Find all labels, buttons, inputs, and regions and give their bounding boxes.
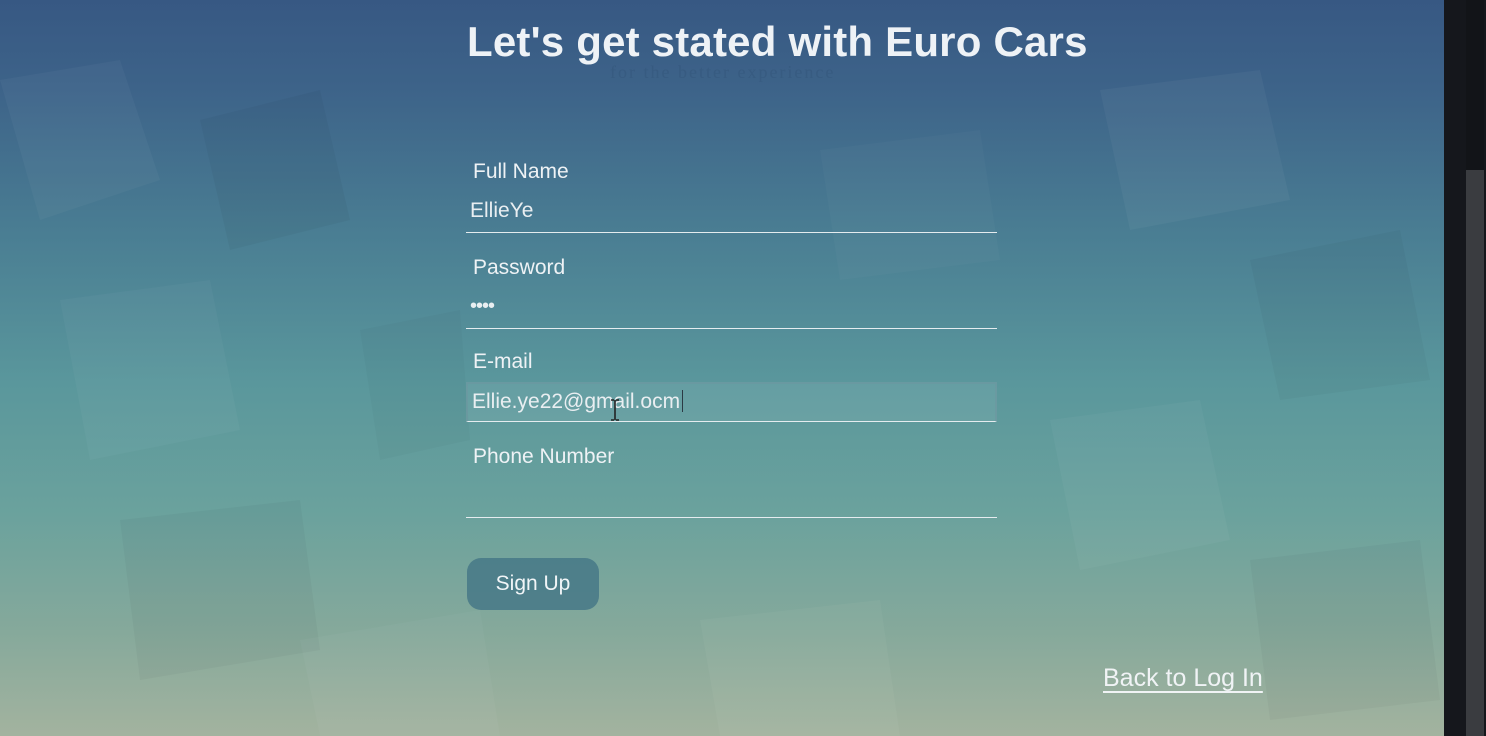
email-label: E-mail xyxy=(473,350,533,373)
password-label: Password xyxy=(473,256,566,279)
phone-label: Phone Number xyxy=(473,445,615,468)
background-canvas: Let's get stated with Euro Cars for the … xyxy=(0,0,1444,736)
email-value: Ellie.ye22@gmail.ocm xyxy=(472,390,681,413)
back-to-login-link[interactable]: Back to Log In xyxy=(1103,664,1263,693)
full-name-input[interactable]: EllieYe xyxy=(466,193,997,233)
scrollbar-track-top xyxy=(1466,0,1484,170)
page-title: Let's get stated with Euro Cars xyxy=(467,18,1088,65)
phone-input[interactable] xyxy=(466,478,997,518)
email-input[interactable]: Ellie.ye22@gmail.ocm xyxy=(466,382,997,422)
ibeam-cursor-icon xyxy=(611,399,619,421)
text-caret xyxy=(682,390,684,412)
full-name-label: Full Name xyxy=(473,160,569,183)
sign-up-button[interactable]: Sign Up xyxy=(467,558,599,610)
ghost-subtitle: for the better experience xyxy=(610,62,836,82)
low-poly-pattern xyxy=(700,70,1290,736)
password-input[interactable]: •••• xyxy=(466,289,997,329)
scrollbar-thumb[interactable] xyxy=(1466,170,1484,736)
scrollbar[interactable] xyxy=(1444,0,1486,736)
